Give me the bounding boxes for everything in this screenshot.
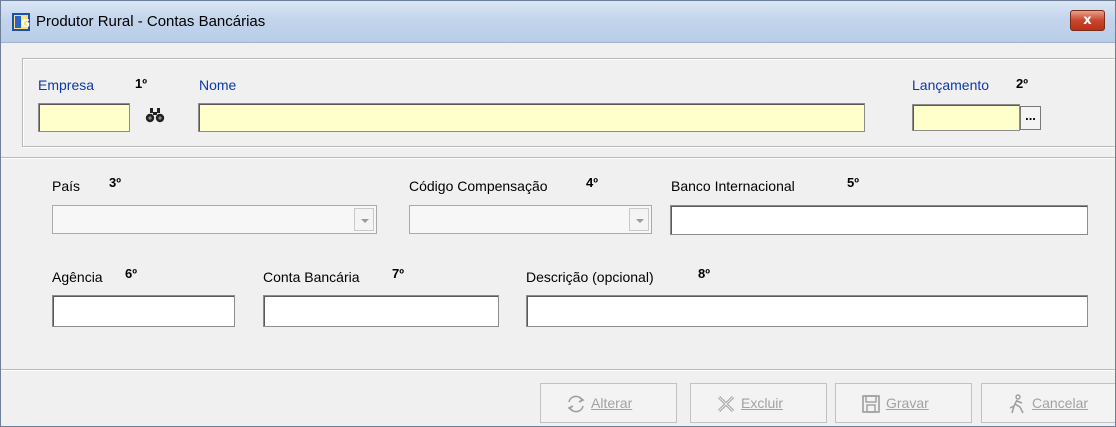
- empresa-field[interactable]: [38, 103, 130, 132]
- conta-bancaria-label: Conta Bancária: [263, 269, 360, 285]
- svg-text:G: G: [21, 17, 30, 30]
- window-title: Produtor Rural - Contas Bancárias: [36, 13, 266, 30]
- agencia-field[interactable]: [52, 295, 235, 327]
- cancelar-button[interactable]: Cancelar: [981, 383, 1115, 423]
- save-icon: [862, 395, 880, 413]
- refresh-icon: [567, 395, 585, 413]
- alterar-label: Alterar: [591, 395, 633, 411]
- close-button[interactable]: x: [1070, 10, 1105, 31]
- alterar-button[interactable]: Alterar: [540, 383, 677, 423]
- descricao-label: Descrição (opcional): [526, 269, 654, 285]
- banco-internacional-order: 5º: [847, 175, 859, 190]
- app-icon: G: [12, 13, 30, 31]
- gravar-label: Gravar: [886, 395, 929, 411]
- agencia-label: Agência: [52, 269, 103, 285]
- title-bar: G Produtor Rural - Contas Bancárias x: [1, 1, 1115, 43]
- codigo-compensacao-order: 4º: [586, 175, 598, 190]
- chevron-down-icon[interactable]: [354, 208, 374, 231]
- excluir-button[interactable]: Excluir: [690, 383, 827, 423]
- nome-label: Nome: [199, 77, 237, 93]
- empresa-order: 1º: [135, 76, 147, 91]
- lancamento-order: 2º: [1016, 76, 1028, 91]
- exit-icon: [1009, 394, 1024, 414]
- excluir-label: Excluir: [741, 395, 784, 411]
- descricao-field[interactable]: [526, 295, 1088, 327]
- banco-internacional-label: Banco Internacional: [671, 178, 795, 194]
- conta-bancaria-field[interactable]: [263, 295, 499, 327]
- lancamento-label: Lançamento: [912, 77, 990, 93]
- cancelar-label: Cancelar: [1032, 395, 1089, 411]
- gravar-button[interactable]: Gravar: [835, 383, 972, 423]
- empresa-label: Empresa: [38, 77, 95, 93]
- pais-label: País: [52, 178, 81, 194]
- chevron-down-icon[interactable]: [629, 208, 649, 231]
- delete-icon: [717, 395, 735, 413]
- pais-order: 3º: [109, 175, 121, 190]
- lancamento-field[interactable]: [912, 104, 1020, 131]
- lancamento-lookup-button[interactable]: ...: [1020, 106, 1041, 130]
- pais-select[interactable]: [52, 205, 377, 234]
- agencia-order: 6º: [125, 266, 137, 281]
- window: G Produtor Rural - Contas Bancárias x Em…: [0, 0, 1116, 427]
- codigo-compensacao-select[interactable]: [409, 205, 652, 234]
- nome-field[interactable]: [198, 103, 865, 132]
- descricao-order: 8º: [698, 266, 710, 281]
- close-icon: x: [1083, 13, 1092, 28]
- banco-internacional-field[interactable]: [670, 205, 1088, 235]
- conta-bancaria-order: 7º: [392, 266, 404, 281]
- details-group: [1, 157, 1115, 370]
- binoculars-icon[interactable]: [145, 107, 165, 123]
- codigo-compensacao-label: Código Compensação: [409, 178, 548, 194]
